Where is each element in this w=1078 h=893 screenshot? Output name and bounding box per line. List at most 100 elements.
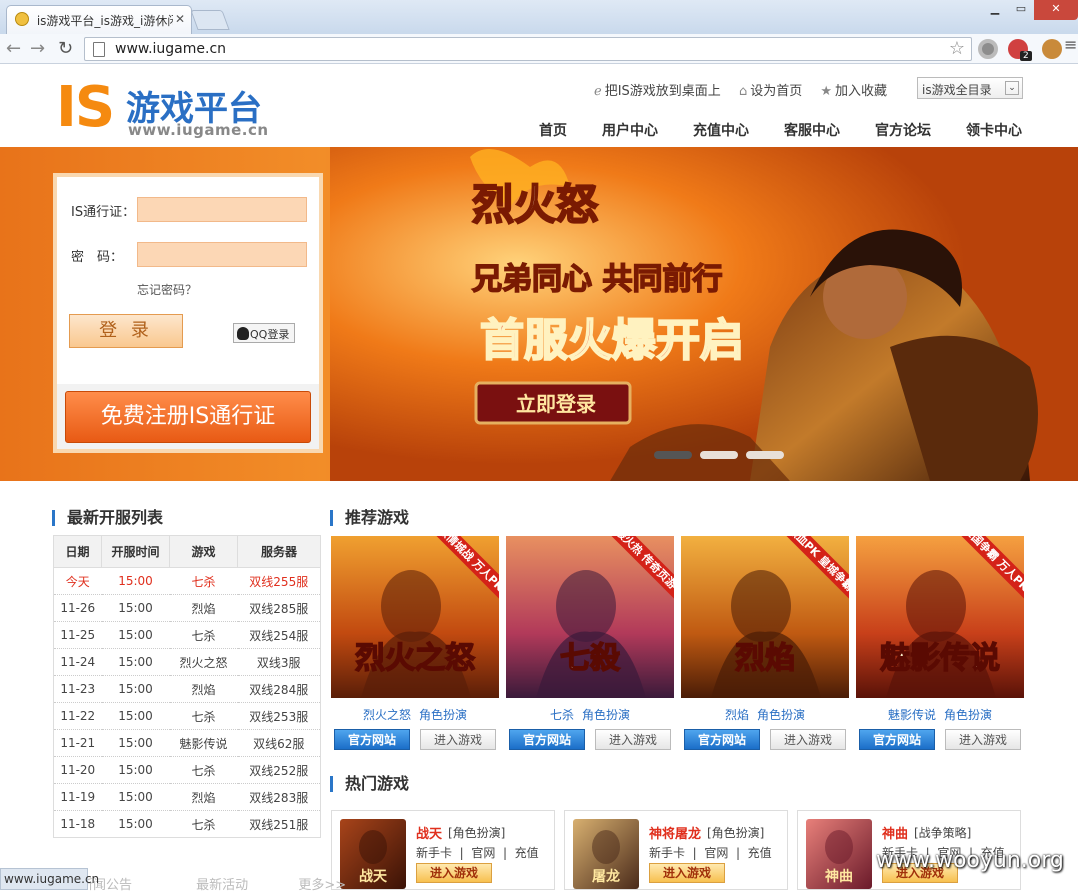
game-type-link[interactable]: 角色扮演 — [757, 708, 805, 722]
login-button[interactable]: 登 录 — [69, 314, 183, 348]
official-site-button[interactable]: 官方网站 — [509, 729, 585, 750]
official-link[interactable]: 官网 — [704, 846, 728, 860]
register-button[interactable]: 免费注册IS通行证 — [65, 391, 311, 443]
cell-server[interactable]: 双线255服 — [237, 567, 321, 595]
cell-game[interactable]: 烈焰 — [169, 783, 238, 811]
forgot-password-link[interactable]: 忘记密码？ — [137, 281, 197, 298]
official-site-button[interactable]: 官方网站 — [859, 729, 935, 750]
password-input[interactable] — [137, 242, 307, 267]
nav-forum[interactable]: 官方论坛 — [875, 120, 931, 140]
cell-game[interactable]: 七杀 — [169, 756, 238, 784]
table-row: 11-26 15:00 烈焰 双线285服 — [53, 594, 321, 622]
nav-home[interactable]: 首页 — [539, 120, 567, 140]
hot-game-category: [角色扮演] — [707, 826, 765, 840]
desktop-shortcut-link[interactable]: ℯ 把IS游戏放到桌面上 — [594, 84, 721, 99]
minimize-icon[interactable]: ▁ — [982, 0, 1008, 20]
forward-icon[interactable]: → — [30, 38, 45, 59]
newbie-card-link[interactable]: 新手卡 — [416, 846, 452, 860]
game-type-link[interactable]: 角色扮演 — [944, 708, 992, 722]
game-name-link[interactable]: 烈火之怒 — [363, 708, 411, 722]
banner-illustration[interactable]: 烈火怒 兄弟同心 共同前行 首服火爆开启 立即登录 — [330, 147, 1078, 481]
hot-game-card: 战天 战天 [角色扮演] 新手卡 | 官网 | 充值 进入游戏 — [331, 810, 555, 890]
hot-enter-game-button[interactable]: 进入游戏 — [416, 863, 492, 883]
cell-server[interactable]: 双线283服 — [237, 783, 321, 811]
cell-server[interactable]: 双线254服 — [237, 621, 321, 649]
game-type-link[interactable]: 角色扮演 — [419, 708, 467, 722]
hot-enter-game-button[interactable]: 进入游戏 — [649, 863, 725, 883]
recharge-link[interactable]: 充值 — [748, 846, 772, 860]
table-header-row: 日期 开服时间 游戏 服务器 — [53, 535, 321, 568]
account-input[interactable] — [137, 197, 307, 222]
maximize-icon[interactable]: ▭ — [1008, 0, 1034, 20]
add-favorite-link[interactable]: ★ 加入收藏 — [820, 84, 887, 99]
enter-game-button[interactable]: 进入游戏 — [945, 729, 1021, 750]
hot-game-thumbnail[interactable]: 战天 — [340, 819, 406, 889]
nav-recharge-center[interactable]: 充值中心 — [693, 120, 749, 140]
tab-activities[interactable]: 最新活动 — [196, 878, 248, 893]
cell-game[interactable]: 七杀 — [169, 702, 238, 730]
game-cover-image[interactable]: 烈火之怒 激情城战 万人PK — [331, 536, 499, 698]
cookie-extension-icon[interactable] — [1042, 39, 1062, 59]
nav-user-center[interactable]: 用户中心 — [602, 120, 658, 140]
tab-close-icon[interactable]: ✕ — [175, 12, 185, 26]
carousel-dot-3[interactable] — [746, 451, 784, 459]
cell-server[interactable]: 双线251服 — [237, 810, 321, 838]
enter-game-button[interactable]: 进入游戏 — [420, 729, 496, 750]
hot-game-thumbnail[interactable]: 神曲 — [806, 819, 872, 889]
game-name-link[interactable]: 烈焰 — [725, 708, 749, 722]
new-tab-button[interactable] — [190, 10, 230, 30]
cell-server[interactable]: 双线253服 — [237, 702, 321, 730]
cell-game[interactable]: 七杀 — [169, 810, 238, 838]
official-site-button[interactable]: 官方网站 — [334, 729, 410, 750]
tab-more[interactable]: 更多>> — [298, 878, 346, 893]
cell-game[interactable]: 烈焰 — [169, 594, 238, 622]
cell-server[interactable]: 双线252服 — [237, 756, 321, 784]
extension-gray-icon[interactable] — [978, 39, 998, 59]
cell-game[interactable]: 烈焰 — [169, 675, 238, 703]
hot-game-name[interactable]: 神将屠龙 — [649, 823, 701, 842]
nav-service-center[interactable]: 客服中心 — [784, 120, 840, 140]
qq-login-button[interactable]: QQ登录 — [233, 323, 295, 343]
table-row: 11-22 15:00 七杀 双线253服 — [53, 702, 321, 730]
close-window-icon[interactable]: ✕ — [1034, 0, 1078, 20]
set-homepage-link[interactable]: ⌂ 设为首页 — [739, 84, 802, 99]
logo-is[interactable]: IS — [56, 80, 115, 136]
hot-game-name[interactable]: 战天 — [416, 823, 442, 842]
enter-game-button[interactable]: 进入游戏 — [595, 729, 671, 750]
game-cover-image[interactable]: 魅影传说 三国争霸 万人PK — [856, 536, 1024, 698]
address-bar[interactable]: www.iugame.cn ☆ — [84, 37, 972, 61]
menu-icon[interactable]: ≡ — [1064, 35, 1077, 55]
register-area: 免费注册IS通行证 — [57, 384, 319, 449]
official-site-button[interactable]: 官方网站 — [684, 729, 760, 750]
newbie-card-link[interactable]: 新手卡 — [649, 846, 685, 860]
nav-card-center[interactable]: 领卡中心 — [966, 120, 1022, 140]
cell-server[interactable]: 双线285服 — [237, 594, 321, 622]
hot-game-name[interactable]: 神曲 — [882, 823, 908, 842]
cell-server[interactable]: 双线3服 — [237, 648, 321, 676]
browser-tab[interactable]: is游戏平台_is游戏_i游休闲 ✕ — [6, 5, 192, 34]
game-name-link[interactable]: 七杀 — [550, 708, 574, 722]
carousel-dot-1[interactable] — [654, 451, 692, 459]
cell-game[interactable]: 魅影传说 — [169, 729, 238, 757]
game-cover-image[interactable]: 七殺 最火热 传奇页游 — [506, 536, 674, 698]
carousel-dot-2[interactable] — [700, 451, 738, 459]
reload-icon[interactable]: ↻ — [58, 38, 73, 59]
recharge-link[interactable]: 充值 — [515, 846, 539, 860]
recommended-game-card: 烈焰 热血PK 皇城争霸烈焰 角色扮演官方网站 进入游戏 — [681, 536, 849, 751]
game-directory-button[interactable]: is游戏全目录 ⌄ — [917, 77, 1023, 99]
cell-game[interactable]: 七杀 — [169, 621, 238, 649]
cell-server[interactable]: 双线62服 — [237, 729, 321, 757]
official-link[interactable]: 官网 — [471, 846, 495, 860]
hot-game-card: 屠龙 神将屠龙 [角色扮演] 新手卡 | 官网 | 充值 进入游戏 — [564, 810, 788, 890]
bookmark-star-icon[interactable]: ☆ — [949, 38, 965, 59]
enter-game-button[interactable]: 进入游戏 — [770, 729, 846, 750]
hot-game-thumbnail[interactable]: 屠龙 — [573, 819, 639, 889]
cell-game[interactable]: 烈火之怒 — [169, 648, 238, 676]
game-cover-image[interactable]: 烈焰 热血PK 皇城争霸 — [681, 536, 849, 698]
cell-server[interactable]: 双线284服 — [237, 675, 321, 703]
game-type-link[interactable]: 角色扮演 — [582, 708, 630, 722]
back-icon[interactable]: ← — [6, 38, 21, 59]
cell-game[interactable]: 七杀 — [169, 567, 238, 595]
game-name-link[interactable]: 魅影传说 — [888, 708, 936, 722]
cell-date: 今天 — [53, 567, 102, 595]
